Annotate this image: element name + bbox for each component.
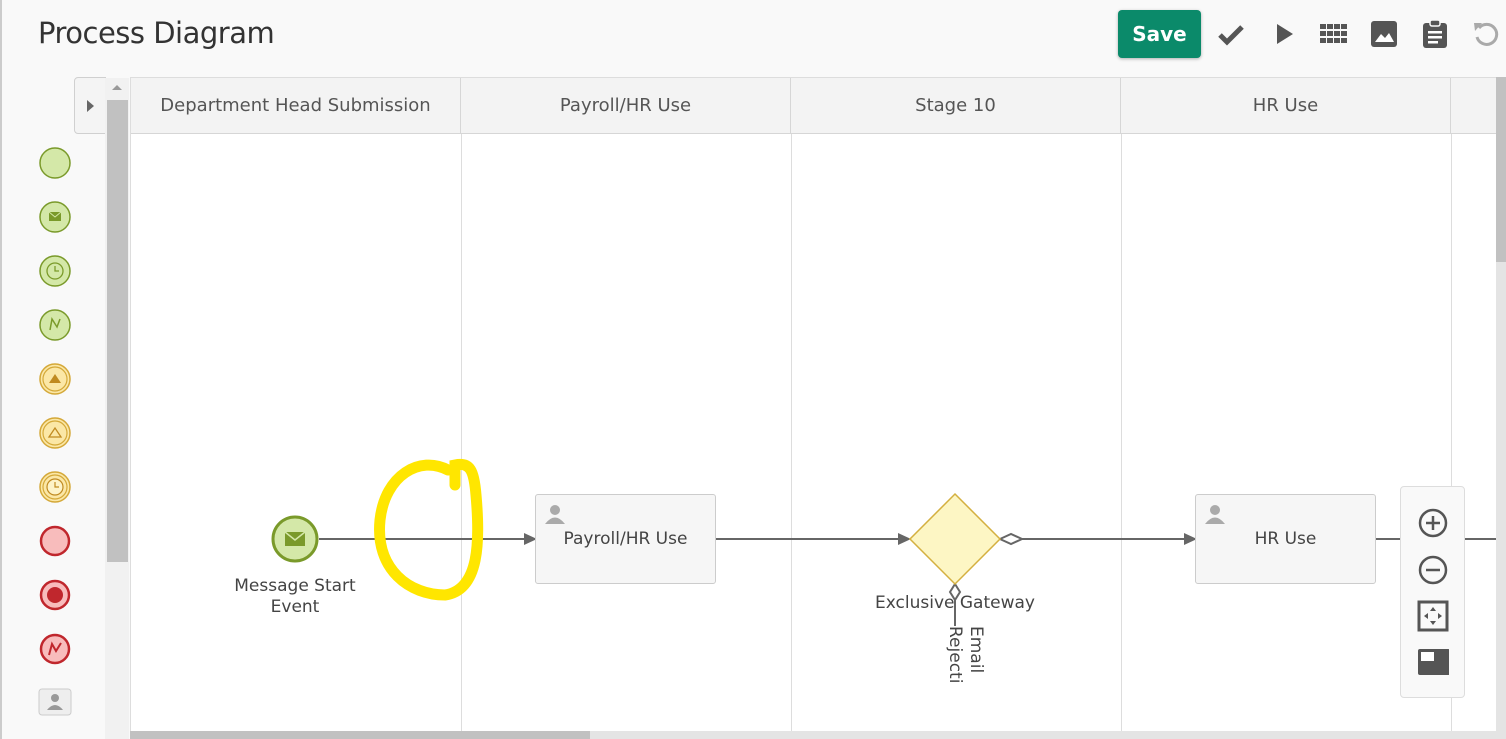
- task-hr-use[interactable]: HR Use: [1195, 494, 1376, 584]
- fit-to-screen-icon[interactable]: [1417, 600, 1449, 632]
- user-icon: [1205, 505, 1225, 524]
- vertical-scrollbar[interactable]: [1496, 77, 1506, 739]
- user-icon: [545, 505, 565, 524]
- zoom-controls: [1400, 486, 1465, 698]
- vertical-scroll-thumb[interactable]: [1496, 77, 1506, 262]
- zoom-in-icon[interactable]: [1417, 507, 1449, 539]
- highlight-annotation: [374, 458, 484, 601]
- diagram-flows: [271, 458, 1496, 731]
- zoom-out-icon[interactable]: [1417, 554, 1449, 586]
- gateway-label: Exclusive Gateway: [875, 593, 1035, 613]
- start-event-label: Message Start Event: [220, 576, 370, 618]
- minimap-icon[interactable]: [1417, 646, 1449, 678]
- start-event-label-line: Message Start: [234, 576, 356, 596]
- task-label: HR Use: [1254, 529, 1317, 549]
- default-flow-marker: [997, 532, 1025, 546]
- flow-label: Email Rejecti: [944, 626, 986, 731]
- exclusive-gateway[interactable]: [908, 492, 1002, 586]
- message-start-event[interactable]: [271, 515, 319, 563]
- horizontal-scroll-thumb[interactable]: [130, 731, 590, 739]
- start-event-label-line: Event: [270, 597, 320, 617]
- task-label: Payroll/HR Use: [563, 529, 688, 549]
- task-payroll-hr-use[interactable]: Payroll/HR Use: [535, 494, 716, 584]
- horizontal-scrollbar[interactable]: [130, 731, 1496, 739]
